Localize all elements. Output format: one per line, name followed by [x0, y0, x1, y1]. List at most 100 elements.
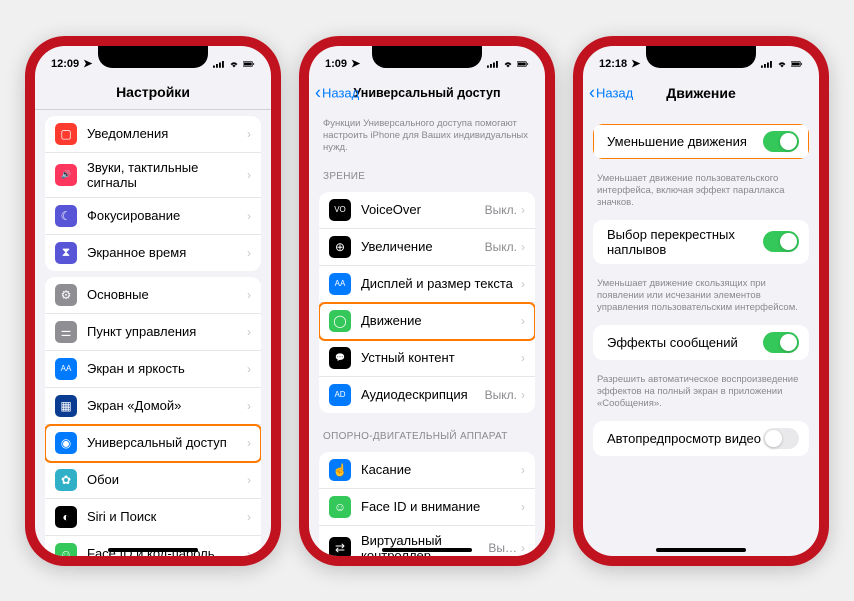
accessibility-row[interactable]: ☝ Касание›	[319, 452, 535, 489]
wifi-icon	[502, 59, 514, 69]
toggle-switch[interactable]	[763, 131, 799, 152]
status-icons	[761, 59, 803, 69]
speech-icon: 💬	[329, 347, 351, 369]
toggle-switch[interactable]	[763, 332, 799, 353]
notch	[98, 46, 208, 68]
accessibility-row[interactable]: ☺Face ID и внимание›	[319, 489, 535, 526]
chevron-left-icon: ‹	[589, 82, 595, 103]
grid-icon: ▦	[55, 395, 77, 417]
motion-toggle-row[interactable]: Уменьшение движения	[593, 124, 809, 159]
accessibility-content[interactable]: Функции Универсального доступа помогают …	[309, 110, 545, 556]
navbar: Настройки	[35, 76, 271, 110]
flower-icon: ✿	[55, 469, 77, 491]
chevron-right-icon: ›	[247, 547, 251, 556]
toggle-switch[interactable]	[763, 231, 799, 252]
chevron-right-icon: ›	[521, 277, 525, 291]
settings-row[interactable]: 🔊Звуки, тактильные сигналы›	[45, 153, 261, 198]
settings-row[interactable]: ☾Фокусирование›	[45, 198, 261, 235]
row-value: Вы…	[488, 541, 517, 555]
motion-toggle-row[interactable]: Выбор перекрестных наплывов	[593, 220, 809, 264]
row-label: Выбор перекрестных наплывов	[607, 227, 763, 257]
chevron-right-icon: ›	[521, 388, 525, 402]
navbar: ‹ Назад Универсальный доступ	[309, 76, 545, 110]
row-label: Эффекты сообщений	[607, 335, 763, 350]
settings-row[interactable]: ▦Экран «Домой»›	[45, 388, 261, 425]
footer-text: Уменьшает движение пользовательского инт…	[583, 165, 819, 214]
row-label: Уведомления	[87, 126, 247, 141]
motion-content[interactable]: Уменьшение движения Уменьшает движение по…	[583, 110, 819, 556]
settings-row[interactable]: ⚌Пункт управления›	[45, 314, 261, 351]
settings-row[interactable]: ◉Универсальный доступ›	[45, 425, 261, 462]
gear-icon: ⚙	[55, 284, 77, 306]
phone-accessibility: 1:09 ➤ ‹ Назад Универсальный доступ Функ…	[299, 36, 555, 566]
row-label: Виртуальный контроллер	[361, 533, 488, 556]
chevron-right-icon: ›	[521, 463, 525, 477]
row-label: Экранное время	[87, 245, 247, 260]
accessibility-row[interactable]: ◯Движение›	[319, 303, 535, 340]
home-indicator	[108, 548, 198, 552]
signal-icon	[761, 59, 773, 69]
row-label: Звуки, тактильные сигналы	[87, 160, 247, 190]
chevron-right-icon: ›	[247, 362, 251, 376]
row-label: Устный контент	[361, 350, 521, 365]
switches-icon: ⚌	[55, 321, 77, 343]
accessibility-row[interactable]: 💬Устный контент›	[319, 340, 535, 377]
settings-row[interactable]: ⚙ Основные›	[45, 277, 261, 314]
location-icon: ➤	[351, 57, 360, 70]
row-label: Автопредпросмотр видео	[607, 431, 763, 446]
motion-toggle-row[interactable]: Эффекты сообщений	[593, 325, 809, 360]
phone-settings-main: 12:09 ➤ Настройки ▢Уведомления›🔊Звуки, т…	[25, 36, 281, 566]
phone-motion: 12:18 ➤ ‹ Назад Движение Уменьшение движ…	[573, 36, 829, 566]
status-icons	[487, 59, 529, 69]
status-time: 1:09	[325, 58, 347, 70]
settings-row[interactable]: ⧗Экранное время›	[45, 235, 261, 271]
back-button[interactable]: ‹ Назад	[589, 82, 633, 103]
motion-icon: ◯	[329, 310, 351, 332]
settings-row[interactable]: AAЭкран и яркость›	[45, 351, 261, 388]
notch	[372, 46, 482, 68]
chevron-right-icon: ›	[521, 500, 525, 514]
chevron-right-icon: ›	[247, 473, 251, 487]
settings-row[interactable]: ◐Siri и Поиск›	[45, 499, 261, 536]
row-label: Обои	[87, 472, 247, 487]
row-label: Касание	[361, 462, 521, 477]
row-label: Движение	[361, 313, 521, 328]
row-label: Основные	[87, 287, 247, 302]
accessibility-row[interactable]: AAДисплей и размер текста›	[319, 266, 535, 303]
chevron-right-icon: ›	[247, 246, 251, 260]
chevron-right-icon: ›	[247, 168, 251, 182]
section-motor: ОПОРНО-ДВИГАТЕЛЬНЫЙ АППАРАТ	[309, 419, 545, 446]
chevron-right-icon: ›	[247, 436, 251, 450]
navbar: ‹ Назад Движение	[583, 76, 819, 110]
accessibility-row[interactable]: ADАудиодескрипцияВыкл.›	[319, 377, 535, 413]
row-label: Экран «Домой»	[87, 398, 247, 413]
chevron-right-icon: ›	[521, 541, 525, 555]
person-icon: ◉	[55, 432, 77, 454]
motion-toggle-row[interactable]: Автопредпросмотр видео	[593, 421, 809, 456]
aa-icon: AA	[329, 273, 351, 295]
settings-row[interactable]: ☺Face ID и код-пароль›	[45, 536, 261, 556]
status-time: 12:09	[51, 58, 79, 70]
back-button[interactable]: ‹ Назад	[315, 82, 359, 103]
signal-icon	[487, 59, 499, 69]
toggle-switch[interactable]	[763, 428, 799, 449]
settings-row[interactable]: ▢Уведомления›	[45, 116, 261, 153]
row-label: VoiceOver	[361, 202, 485, 217]
zoom-icon: ⊕	[329, 236, 351, 258]
settings-row[interactable]: ✿ Обои›	[45, 462, 261, 499]
settings-content[interactable]: ▢Уведомления›🔊Звуки, тактильные сигналы›…	[35, 110, 271, 556]
row-value: Выкл.	[485, 240, 517, 254]
switch-icon: ⇄	[329, 537, 351, 556]
square-icon: ▢	[55, 123, 77, 145]
accessibility-row[interactable]: ⊕УвеличениеВыкл.›	[319, 229, 535, 266]
chevron-right-icon: ›	[247, 288, 251, 302]
accessibility-row[interactable]: VOVoiceOverВыкл.›	[319, 192, 535, 229]
chevron-left-icon: ‹	[315, 82, 321, 103]
section-vision: ЗРЕНИЕ	[309, 159, 545, 186]
wifi-icon	[228, 59, 240, 69]
status-icons	[213, 59, 255, 69]
battery-icon	[791, 59, 803, 69]
status-time: 12:18	[599, 58, 627, 70]
battery-icon	[517, 59, 529, 69]
touch-icon: ☝	[329, 459, 351, 481]
